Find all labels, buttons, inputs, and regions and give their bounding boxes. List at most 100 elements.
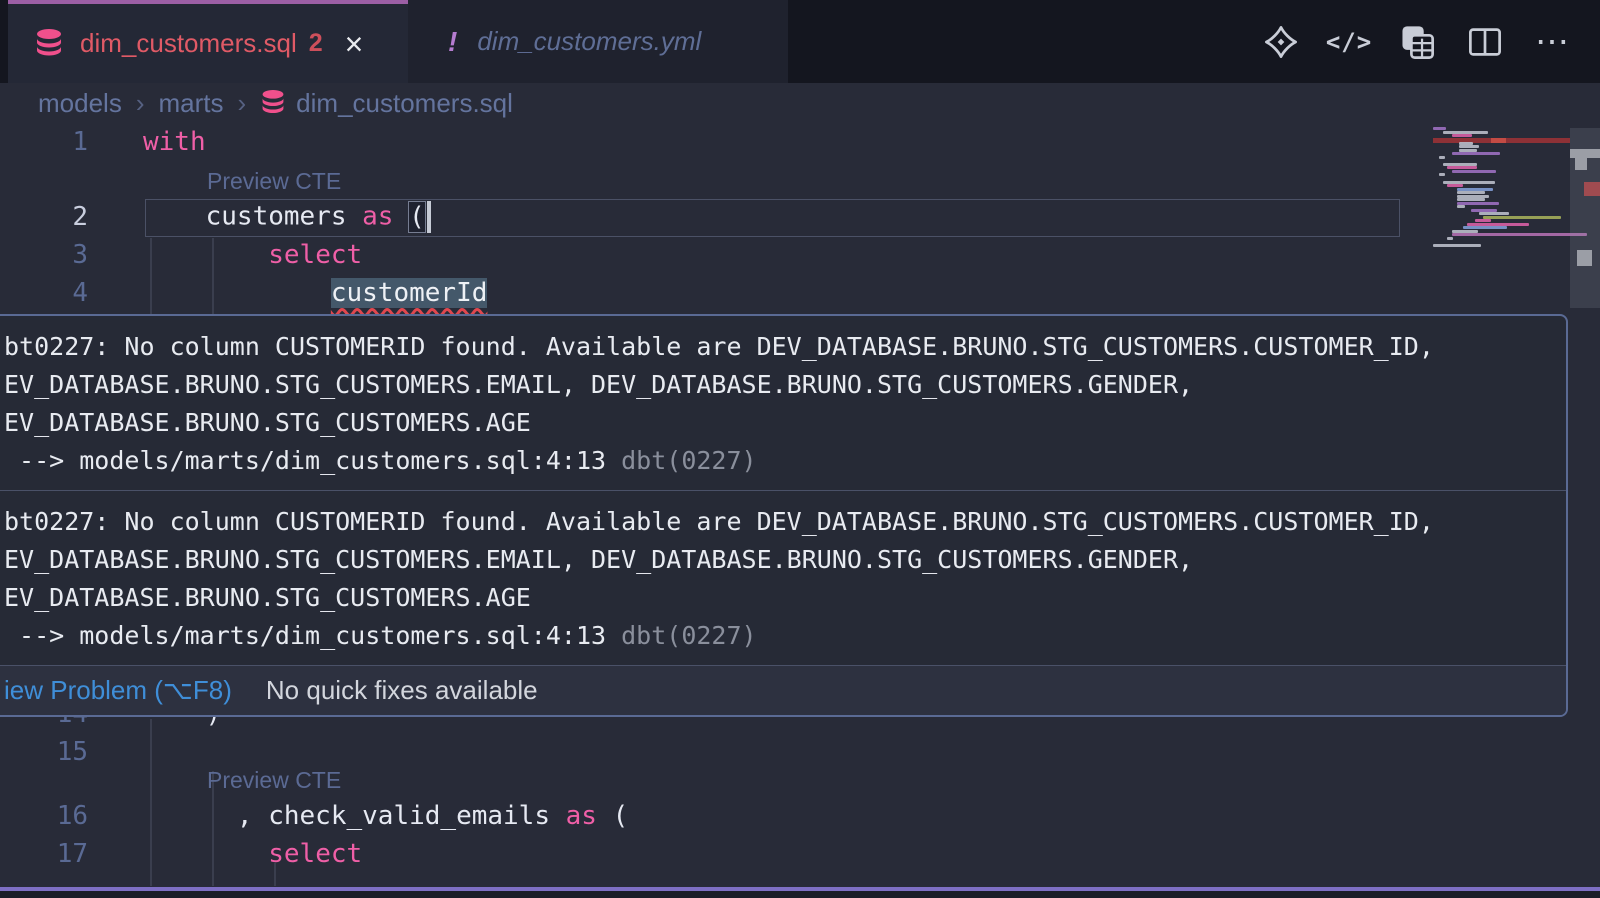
error-text: bt0227: No column CUSTOMERID found. Avai…: [4, 503, 1550, 541]
compile-code-icon[interactable]: </>: [1330, 23, 1368, 61]
code-rows-bottom: 14 ) 15 Preview CTE 16 , check_valid_ema…: [0, 695, 1600, 873]
code-line-3[interactable]: 3 select: [0, 236, 1600, 274]
line-number: 4: [0, 278, 88, 308]
minimap-code-line: [1452, 152, 1500, 155]
minimap-code-line: [1457, 191, 1485, 194]
split-editor-icon[interactable]: [1466, 23, 1504, 61]
indent-guide: [150, 238, 152, 314]
more-actions-icon[interactable]: ⋯: [1534, 23, 1572, 61]
overview-ruler-mark: [1584, 182, 1600, 196]
no-quick-fixes-text: No quick fixes available: [266, 675, 538, 706]
database-icon: [34, 28, 64, 60]
code-token: select: [268, 839, 362, 869]
chevron-right-icon: ›: [238, 88, 247, 119]
code-token: customers: [143, 202, 362, 232]
breadcrumb-marts[interactable]: marts: [159, 88, 224, 119]
code-token: [143, 240, 268, 270]
warning-exclamation-icon: !: [448, 26, 457, 58]
minimap-error-word: [1491, 138, 1506, 143]
minimap-code-line: [1452, 170, 1496, 173]
code-token: , check_valid_emails: [143, 801, 566, 831]
close-icon[interactable]: ×: [345, 28, 364, 60]
error-text: bt0227: No column CUSTOMERID found. Avai…: [4, 328, 1550, 366]
error-text: EV_DATABASE.BRUNO.STG_CUSTOMERS.EMAIL, D…: [4, 366, 1550, 404]
line-number: 16: [0, 801, 88, 831]
error-code: dbt(0227): [621, 446, 756, 475]
tab-modified-badge: 2: [309, 29, 323, 58]
tab-dim-customers-sql[interactable]: dim_customers.sql 2 ×: [8, 0, 408, 83]
minimap-code-line: [1452, 134, 1472, 137]
scrollbar-overview-ruler: [1570, 123, 1600, 898]
hover-footer: iew Problem (⌥F8) No quick fixes availab…: [0, 666, 1566, 715]
error-text: EV_DATABASE.BRUNO.STG_CUSTOMERS.AGE: [4, 404, 1550, 442]
view-problem-link[interactable]: iew Problem (⌥F8): [4, 675, 232, 706]
code-token: (: [597, 801, 628, 831]
indent-guide: [212, 238, 214, 314]
error-text: EV_DATABASE.BRUNO.STG_CUSTOMERS.EMAIL, D…: [4, 541, 1550, 579]
tab-label: dim_customers.sql: [80, 28, 297, 59]
error-code: dbt(0227): [621, 621, 756, 650]
breadcrumb-filename: dim_customers.sql: [296, 88, 513, 119]
code-line-1[interactable]: 1 with: [0, 123, 1600, 161]
error-token: customerId: [331, 278, 488, 308]
minimap-code-line: [1479, 212, 1509, 215]
tab-label: dim_customers.yml: [477, 26, 701, 57]
code-line-4[interactable]: 4 customerId: [0, 274, 1600, 312]
editor-window: dim_customers.sql 2 × ! dim_customers.ym…: [0, 0, 1600, 898]
code-token: select: [268, 240, 362, 270]
minimap-code-line: [1439, 156, 1445, 159]
code-line-16[interactable]: 16 , check_valid_emails as (: [0, 797, 1600, 835]
window-bottom-strip: [0, 891, 1600, 898]
code-token: [143, 278, 331, 308]
breadcrumb: models › marts › dim_customers.sql: [0, 83, 1600, 123]
preview-cte-codelens[interactable]: Preview CTE: [207, 168, 341, 195]
minimap-code-line: [1483, 216, 1561, 219]
minimap-code-line: [1447, 237, 1453, 240]
line-number: 17: [0, 839, 88, 869]
error-hover-tooltip: bt0227: No column CUSTOMERID found. Avai…: [0, 314, 1568, 717]
code-token: with: [143, 127, 206, 157]
code-token: as: [362, 202, 393, 232]
bracket-match: (: [409, 202, 425, 232]
line-number: 2: [0, 202, 88, 232]
overview-ruler-mark: [1577, 250, 1592, 266]
minimap-code-line: [1433, 127, 1446, 130]
minimap-code-line: [1447, 184, 1463, 187]
code-line-17[interactable]: 17 select: [0, 835, 1600, 873]
minimap-code-line: [1463, 226, 1507, 229]
codelens-row: Preview CTE: [0, 771, 1600, 797]
error-message-block: bt0227: No column CUSTOMERID found. Avai…: [0, 316, 1566, 491]
error-text: EV_DATABASE.BRUNO.STG_CUSTOMERS.AGE: [4, 579, 1550, 617]
error-location: --> models/marts/dim_customers.sql:4:13: [4, 446, 621, 475]
tab-dim-customers-yml[interactable]: ! dim_customers.yml: [408, 0, 788, 83]
minimap-code-line: [1475, 219, 1491, 222]
tab-bar: dim_customers.sql 2 × ! dim_customers.ym…: [0, 0, 1600, 83]
query-results-table-icon[interactable]: [1398, 23, 1436, 61]
minimap-code-line: [1447, 166, 1477, 169]
minimap-code-line: [1439, 173, 1445, 176]
error-location: --> models/marts/dim_customers.sql:4:13: [4, 621, 621, 650]
overview-ruler-mark: [1570, 149, 1600, 158]
line-number: 15: [0, 737, 88, 767]
code-token: as: [566, 801, 597, 831]
minimap-code-line: [1459, 145, 1479, 148]
code-token: [143, 839, 268, 869]
codelens-row: Preview CTE: [0, 161, 1600, 198]
text-cursor: [427, 201, 431, 233]
error-message-block: bt0227: No column CUSTOMERID found. Avai…: [0, 491, 1566, 666]
line-number: 3: [0, 240, 88, 270]
editor-actions: </> ⋯: [1262, 0, 1572, 83]
code-line-15[interactable]: 15: [0, 733, 1600, 771]
code-line-2[interactable]: 2 customers as (: [0, 198, 1600, 236]
preview-cte-codelens[interactable]: Preview CTE: [207, 767, 341, 794]
line-number: 1: [0, 127, 88, 157]
minimap-code-line: [1457, 205, 1465, 208]
breadcrumb-models[interactable]: models: [38, 88, 122, 119]
dbt-logo-icon[interactable]: [1262, 23, 1300, 61]
chevron-right-icon: ›: [136, 88, 145, 119]
code-token: [393, 202, 409, 232]
breadcrumb-file[interactable]: dim_customers.sql: [260, 88, 513, 119]
database-icon: [260, 89, 286, 117]
minimap-code-line: [1457, 198, 1485, 201]
minimap-code-line: [1433, 244, 1481, 247]
